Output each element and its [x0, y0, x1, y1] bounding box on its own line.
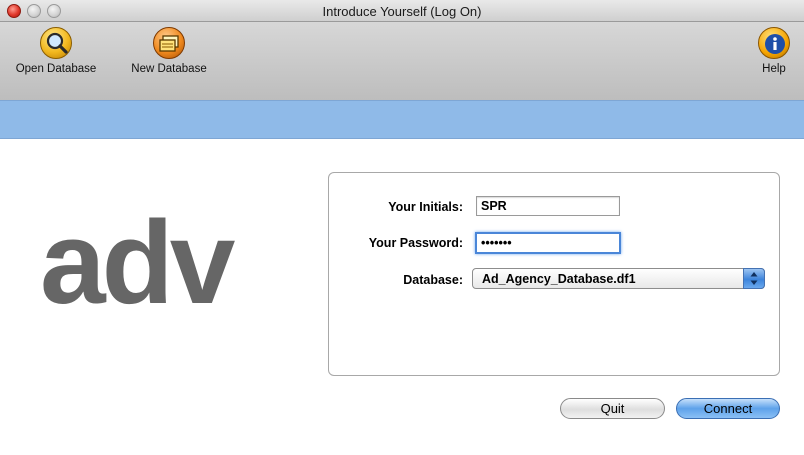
quit-button[interactable]: Quit [560, 398, 665, 419]
toolbar: Open Database New Database Help [0, 22, 804, 100]
select-arrows-icon [743, 268, 765, 289]
initials-label: Your Initials: [388, 200, 463, 214]
open-database-label: Open Database [15, 63, 97, 75]
database-select[interactable]: Ad_Agency_Database.df1 [472, 268, 765, 289]
window-title: Introduce Yourself (Log On) [322, 4, 482, 19]
title-bar: Introduce Yourself (Log On) [0, 0, 804, 22]
open-database-button[interactable]: Open Database [8, 27, 104, 75]
password-field[interactable]: ••••••• [475, 232, 621, 254]
help-button[interactable]: Help [752, 27, 796, 75]
adv-logo: adv [40, 197, 235, 329]
initials-field[interactable]: SPR [476, 196, 620, 216]
new-database-label: New Database [131, 63, 207, 75]
magnifier-icon [40, 27, 72, 59]
new-database-button[interactable]: New Database [123, 27, 215, 75]
connect-button[interactable]: Connect [676, 398, 780, 419]
help-label: Help [762, 63, 786, 75]
info-icon [758, 27, 790, 59]
password-label: Your Password: [368, 236, 463, 250]
new-database-icon [153, 27, 185, 59]
database-label: Database: [403, 273, 463, 287]
header-band [0, 100, 804, 139]
database-select-value: Ad_Agency_Database.df1 [482, 272, 636, 286]
